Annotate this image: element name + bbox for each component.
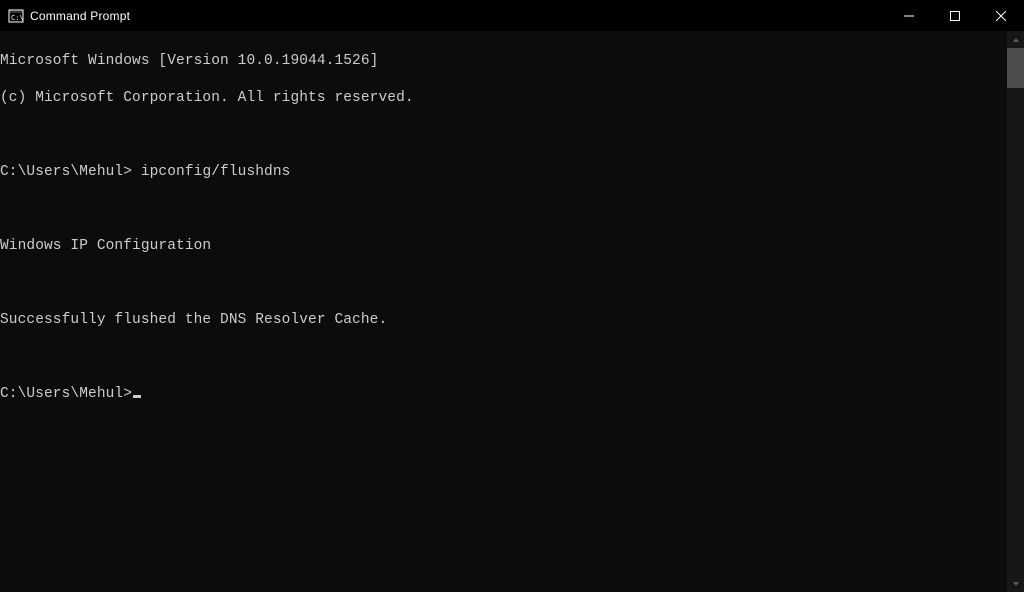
result-message: Successfully flushed the DNS Resolver Ca… [0, 312, 387, 328]
maximize-button[interactable] [932, 0, 978, 31]
close-button[interactable] [978, 0, 1024, 31]
copyright-line: (c) Microsoft Corporation. All rights re… [0, 90, 414, 106]
prompt-path: C:\Users\Mehul> [0, 164, 132, 180]
minimize-button[interactable] [886, 0, 932, 31]
scroll-up-arrow-icon[interactable] [1007, 31, 1024, 48]
window-title: Command Prompt [30, 9, 886, 23]
console-output[interactable]: Microsoft Windows [Version 10.0.19044.15… [0, 31, 1007, 592]
window-controls [886, 0, 1024, 31]
vertical-scrollbar[interactable] [1007, 31, 1024, 592]
svg-text:C:\: C:\ [11, 14, 24, 22]
scroll-down-arrow-icon[interactable] [1007, 575, 1024, 592]
prompt-path: C:\Users\Mehul> [0, 386, 132, 402]
command-prompt-window: C:\ Command Prompt Microsoft Windows [Ve… [0, 0, 1024, 592]
scroll-thumb[interactable] [1007, 48, 1024, 88]
titlebar[interactable]: C:\ Command Prompt [0, 0, 1024, 31]
command-text: ipconfig/flushdns [132, 164, 290, 180]
content-wrap: Microsoft Windows [Version 10.0.19044.15… [0, 31, 1024, 592]
ip-config-heading: Windows IP Configuration [0, 238, 211, 254]
cursor [133, 395, 141, 398]
version-line: Microsoft Windows [Version 10.0.19044.15… [0, 53, 378, 69]
cmd-icon: C:\ [8, 8, 24, 24]
